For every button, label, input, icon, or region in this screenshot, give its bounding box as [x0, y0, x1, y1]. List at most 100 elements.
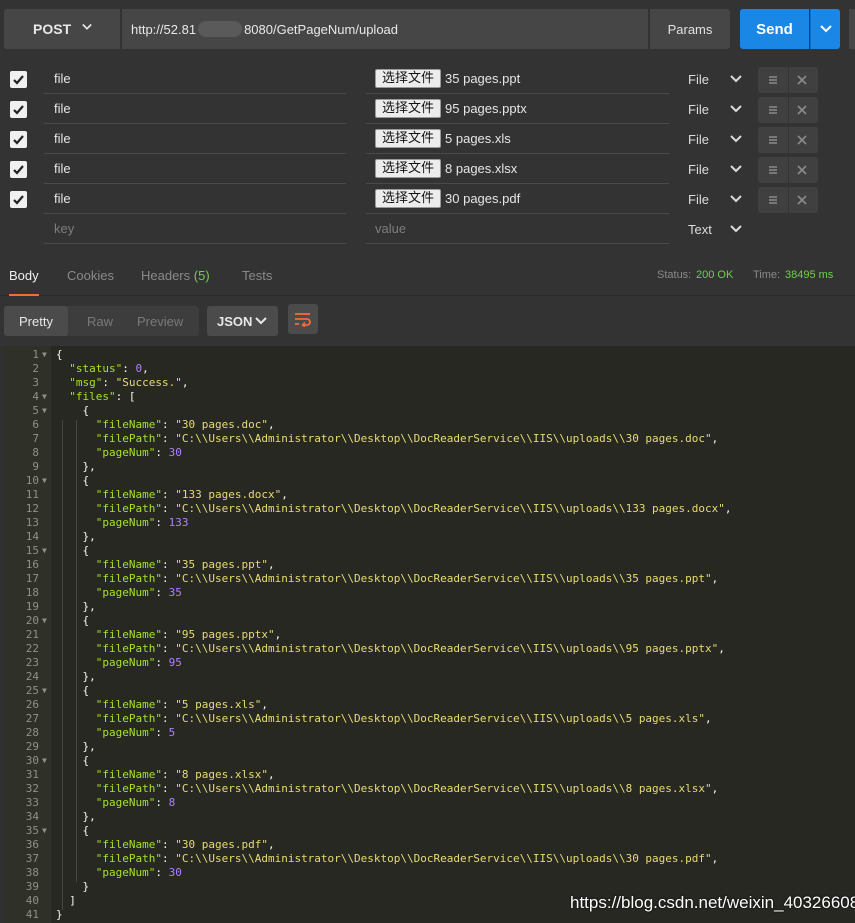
fold-toggle-icon[interactable]: ▼ — [42, 754, 47, 768]
file-name: 5 pages.xls — [445, 131, 511, 146]
type-select[interactable]: File — [688, 124, 748, 154]
close-icon[interactable] — [797, 135, 807, 145]
key-text: file — [54, 101, 71, 116]
key-input[interactable]: file — [44, 154, 346, 184]
method-select[interactable]: POST — [4, 9, 120, 49]
close-icon[interactable] — [797, 75, 807, 85]
key-input[interactable]: file — [44, 184, 346, 214]
fold-toggle-icon[interactable]: ▼ — [42, 824, 47, 838]
line-number: 11 — [25, 488, 39, 501]
send-button[interactable]: Send — [740, 9, 809, 49]
bulk-edit-icon[interactable] — [768, 135, 778, 145]
tab-headers[interactable]: Headers (5) — [141, 254, 210, 296]
line-number: 3 — [32, 376, 39, 389]
file-name: 95 pages.pptx — [445, 101, 527, 116]
url-input[interactable]: http://52.81 8080/GetPageNum/upload — [122, 9, 648, 49]
form-row: file 选择文件 30 pages.pdf File — [0, 184, 855, 214]
line-number: 18 — [25, 586, 39, 599]
code-text: "fileName": "35 pages.ppt", — [95, 558, 275, 571]
divider — [788, 187, 789, 213]
new-value-input[interactable]: value — [366, 214, 669, 244]
fold-toggle-icon[interactable]: ▼ — [42, 348, 47, 362]
tab-tests-label: Tests — [242, 267, 273, 283]
bulk-edit-icon[interactable] — [768, 165, 778, 175]
fold-toggle-icon[interactable]: ▼ — [42, 544, 47, 558]
row-enabled-checkbox[interactable] — [10, 131, 27, 148]
params-button[interactable]: Params — [650, 9, 730, 49]
type-label: File — [688, 131, 709, 147]
code-line: 25 ▼ { — [4, 684, 855, 698]
preview-button[interactable]: Preview — [137, 306, 183, 336]
row-enabled-checkbox[interactable] — [10, 101, 27, 118]
code-text: "pageNum": 35 — [95, 586, 182, 599]
fold-toggle-icon[interactable]: ▼ — [42, 390, 47, 404]
key-input[interactable]: file — [44, 94, 346, 124]
code-line: 36 "fileName": "30 pages.pdf", — [4, 838, 855, 852]
choose-file-button[interactable]: 选择文件 — [375, 159, 442, 178]
raw-button[interactable]: Raw — [87, 306, 113, 336]
code-line: 19 }, — [4, 600, 855, 614]
chevron-down-icon — [255, 317, 267, 325]
choose-file-button[interactable]: 选择文件 — [375, 129, 442, 148]
type-select[interactable]: File — [688, 94, 748, 124]
chevron-down-icon — [819, 25, 832, 33]
code-text: { — [56, 754, 90, 767]
row-enabled-checkbox[interactable] — [10, 71, 27, 88]
close-icon[interactable] — [797, 165, 807, 175]
type-select[interactable]: File — [688, 154, 748, 184]
send-options-button[interactable] — [810, 9, 840, 49]
choose-file-button[interactable]: 选择文件 — [375, 189, 442, 208]
line-number: 37 — [25, 852, 39, 865]
tab-tests[interactable]: Tests — [242, 254, 272, 296]
close-icon[interactable] — [797, 195, 807, 205]
fold-toggle-icon[interactable]: ▼ — [42, 404, 47, 418]
new-type-select[interactable]: Text — [688, 214, 748, 244]
code-line: 5 ▼ { — [4, 404, 855, 418]
type-label: File — [688, 161, 709, 177]
line-number: 31 — [25, 768, 39, 781]
type-select[interactable]: File — [688, 184, 748, 214]
key-input[interactable]: file — [44, 124, 346, 154]
code-text: "pageNum": 95 — [95, 656, 182, 669]
code-line: 15 ▼ { — [4, 544, 855, 558]
bulk-edit-icon[interactable] — [768, 195, 778, 205]
line-number: 16 — [25, 558, 39, 571]
fold-toggle-icon[interactable]: ▼ — [42, 474, 47, 488]
code-text: "msg": "Success.", — [69, 376, 189, 389]
code-text: { — [56, 614, 90, 627]
tab-body[interactable]: Body — [9, 254, 39, 296]
code-line: 32 "filePath": "C:\\Users\\Administrator… — [4, 782, 855, 796]
row-enabled-checkbox[interactable] — [10, 161, 27, 178]
type-label: File — [688, 101, 709, 117]
view-toolbar: Pretty Raw Preview JSON — [0, 296, 855, 346]
chevron-down-icon — [730, 195, 742, 203]
bulk-edit-icon[interactable] — [768, 75, 778, 85]
new-key-input[interactable]: key — [44, 214, 346, 244]
fold-toggle-icon[interactable]: ▼ — [42, 614, 47, 628]
bulk-edit-icon[interactable] — [768, 105, 778, 115]
code-text: "filePath": "C:\\Users\\Administrator\\D… — [95, 432, 719, 445]
tab-cookies[interactable]: Cookies — [67, 254, 114, 296]
pretty-button[interactable]: Pretty — [4, 306, 68, 336]
close-icon[interactable] — [797, 105, 807, 115]
code-text: } — [56, 880, 90, 893]
fold-toggle-icon[interactable]: ▼ — [42, 684, 47, 698]
choose-file-button[interactable]: 选择文件 — [375, 69, 442, 88]
key-text: file — [54, 161, 71, 176]
row-enabled-checkbox[interactable] — [10, 191, 27, 208]
form-row: file 选择文件 8 pages.xlsx File — [0, 154, 855, 184]
code-text: { — [56, 474, 90, 487]
wrap-lines-button[interactable] — [288, 304, 318, 334]
line-number: 17 — [25, 572, 39, 585]
key-input[interactable]: file — [44, 64, 346, 94]
value-cell: 选择文件 5 pages.xls — [366, 124, 669, 154]
choose-file-button[interactable]: 选择文件 — [375, 99, 442, 118]
type-select[interactable]: File — [688, 64, 748, 94]
line-number: 21 — [25, 628, 39, 641]
format-select[interactable]: JSON — [207, 306, 278, 336]
row-actions — [758, 157, 818, 183]
line-number: 33 — [25, 796, 39, 809]
file-name: 35 pages.ppt — [445, 71, 521, 86]
new-row: key value Text — [0, 214, 855, 244]
response-body-editor[interactable]: 1 ▼{2 "status": 0, 3 "msg": "Success.", 4 ▼ … — [4, 346, 855, 923]
